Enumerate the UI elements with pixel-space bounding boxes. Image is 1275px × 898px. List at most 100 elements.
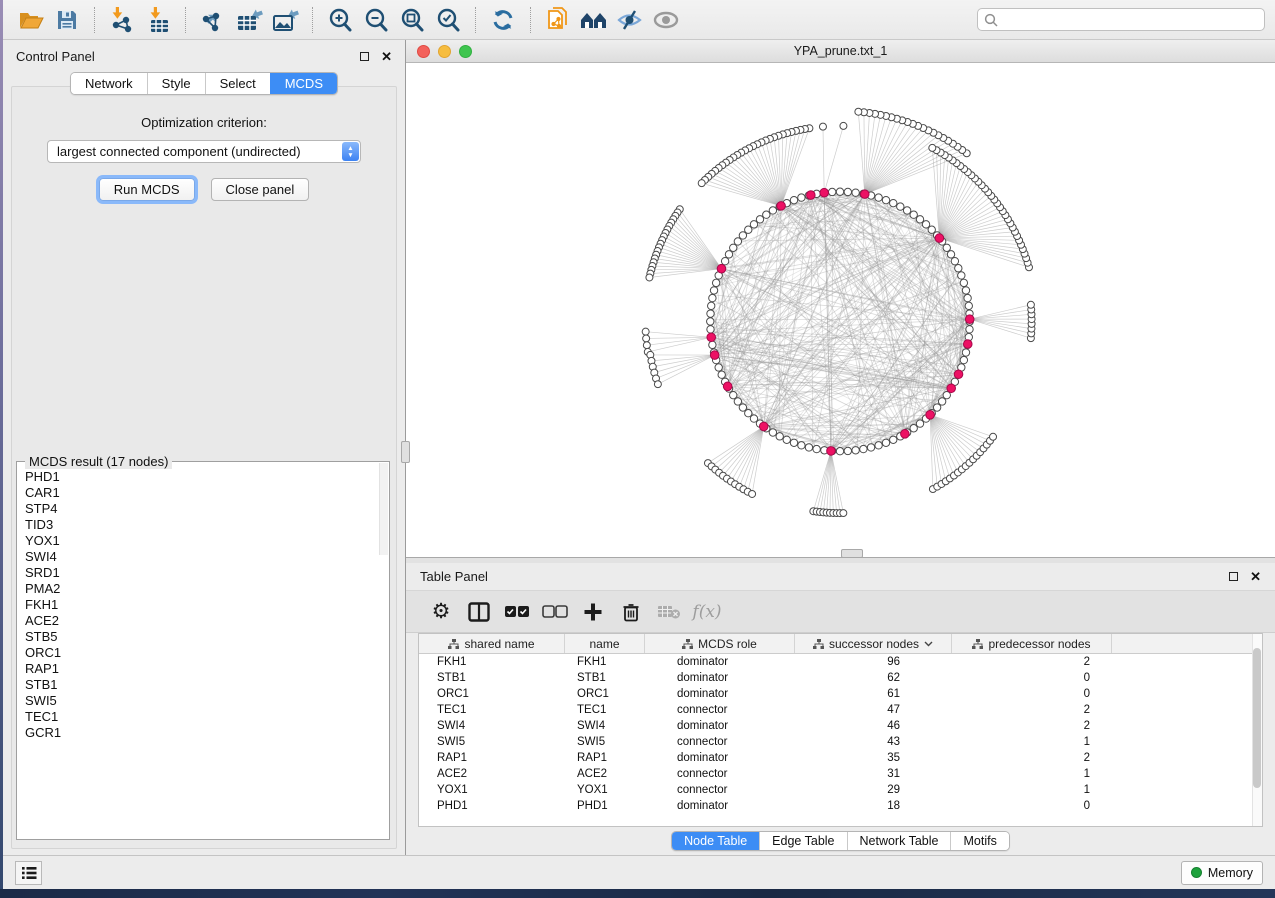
apply-layout-button[interactable] [485,5,521,35]
network-window-title: YPA_prune.txt_1 [406,44,1275,58]
table-row[interactable]: TEC1 TEC1 connector 47 2 [419,702,1262,718]
table-panel-tabs: Node Table Edge Table Network Table Moti… [406,827,1275,855]
close-window-icon[interactable] [417,45,430,58]
float-panel-icon[interactable] [1229,572,1238,581]
float-panel-icon[interactable] [360,52,369,61]
open-button[interactable] [13,5,49,35]
mcds-result-item: STP4 [18,501,388,517]
table-settings-button[interactable]: ⚙ [422,597,460,627]
control-panel: Control Panel ✕ Network Style Select MCD… [3,40,406,855]
tab-style[interactable]: Style [147,73,205,94]
table-row[interactable]: YOX1 YOX1 connector 29 1 [419,782,1262,798]
table-row[interactable]: FKH1 FKH1 dominator 96 2 [419,654,1262,670]
table-row[interactable]: STB1 STB1 dominator 62 0 [419,670,1262,686]
mcds-result-item: FKH1 [18,597,388,613]
save-icon [56,9,78,31]
close-panel-button[interactable]: Close panel [211,178,310,201]
task-history-button[interactable] [15,861,42,885]
fx-icon: f(x) [692,602,721,622]
memory-label: Memory [1208,866,1253,880]
select-all-button[interactable] [498,597,536,627]
horizontal-splitter-handle[interactable] [841,549,863,558]
tab-network[interactable]: Network [71,73,147,94]
table-header-row: shared name name MCDS role successor nod… [419,634,1262,654]
list-scrollbar[interactable] [379,463,388,555]
save-button[interactable] [49,5,85,35]
network-canvas[interactable] [406,63,1275,557]
export-table-button[interactable] [231,5,267,35]
import-table-button[interactable] [140,5,176,35]
delete-table-button[interactable] [650,597,688,627]
run-mcds-button[interactable]: Run MCDS [99,178,195,201]
close-panel-icon[interactable]: ✕ [1250,570,1261,583]
export-network-button[interactable] [195,5,231,35]
table-row[interactable]: PHD1 PHD1 dominator 18 0 [419,798,1262,814]
close-panel-icon[interactable]: ✕ [381,50,392,63]
zoom-out-button[interactable] [358,5,394,35]
toolbar-search[interactable] [977,8,1265,31]
memory-button[interactable]: Memory [1181,861,1263,885]
table-row[interactable]: SWI5 SWI5 connector 43 1 [419,734,1262,750]
dropdown-stepper-icon: ▲▼ [342,142,359,161]
column-header-mcds-role[interactable]: MCDS role [645,634,795,653]
zoom-selected-button[interactable] [430,5,466,35]
clone-network-button[interactable] [540,5,576,35]
toolbar-separator [185,7,186,33]
tab-node-table[interactable]: Node Table [672,832,759,850]
table-panel: Table Panel ✕ ⚙ [406,563,1275,855]
search-input[interactable] [1002,13,1258,27]
zoom-selected-icon [435,7,461,33]
zoom-in-button[interactable] [322,5,358,35]
mcds-result-item: ACE2 [18,613,388,629]
checked-boxes-icon [504,605,530,619]
delete-column-button[interactable] [612,597,650,627]
import-network-button[interactable] [104,5,140,35]
refresh-icon [490,7,516,33]
hide-details-button[interactable] [612,5,648,35]
tab-motifs[interactable]: Motifs [950,832,1008,850]
mcds-result-item: SWI4 [18,549,388,565]
table-body[interactable]: FKH1 FKH1 dominator 96 2 STB1 STB1 domin… [419,654,1262,814]
table-toolbar: ⚙ [406,590,1275,633]
desktop-wallpaper-bottom [0,889,1275,898]
network-graph[interactable] [406,63,1275,557]
mcds-result-item: YOX1 [18,533,388,549]
tab-network-table[interactable]: Network Table [847,832,951,850]
node-table[interactable]: shared name name MCDS role successor nod… [418,633,1263,827]
minimize-window-icon[interactable] [438,45,451,58]
vertical-splitter-handle[interactable] [401,441,410,463]
column-header-shared-name[interactable]: shared name [419,634,565,653]
criterion-value: largest connected component (undirected) [57,144,301,159]
deselect-all-button[interactable] [536,597,574,627]
mcds-result-item: STB5 [18,629,388,645]
table-row[interactable]: ACE2 ACE2 connector 31 1 [419,766,1262,782]
table-panel-header: Table Panel ✕ [406,563,1275,590]
table-panel-title: Table Panel [420,569,488,584]
show-columns-button[interactable] [460,597,498,627]
table-row[interactable]: ORC1 ORC1 dominator 61 0 [419,686,1262,702]
column-header-successor-nodes[interactable]: successor nodes [795,634,952,653]
mcds-result-list[interactable]: PHD1CAR1STP4TID3YOX1SWI4SRD1PMA2FKH1ACE2… [18,463,388,838]
tab-edge-table[interactable]: Edge Table [759,832,846,850]
import-table-icon [145,7,171,33]
tab-mcds[interactable]: MCDS [270,73,337,94]
column-header-name[interactable]: name [565,634,645,653]
tab-select[interactable]: Select [205,73,270,94]
column-header-predecessor-nodes[interactable]: predecessor nodes [952,634,1112,653]
zoom-fit-button[interactable] [394,5,430,35]
houses-button[interactable] [576,5,612,35]
criterion-dropdown[interactable]: largest connected component (undirected)… [47,140,361,163]
table-row[interactable]: SWI4 SWI4 dominator 46 2 [419,718,1262,734]
maximize-window-icon[interactable] [459,45,472,58]
mcds-result-item: CAR1 [18,485,388,501]
zoom-out-icon [363,7,389,33]
create-column-button[interactable] [574,597,612,627]
function-builder-button[interactable]: f(x) [688,597,726,627]
table-row[interactable]: RAP1 RAP1 dominator 35 2 [419,750,1262,766]
toolbar-separator [530,7,531,33]
export-image-button[interactable] [267,5,303,35]
show-details-button[interactable] [648,5,684,35]
table-scrollbar[interactable] [1252,634,1262,826]
mcds-result-item: STB1 [18,677,388,693]
table-scrollbar-thumb[interactable] [1253,648,1261,788]
